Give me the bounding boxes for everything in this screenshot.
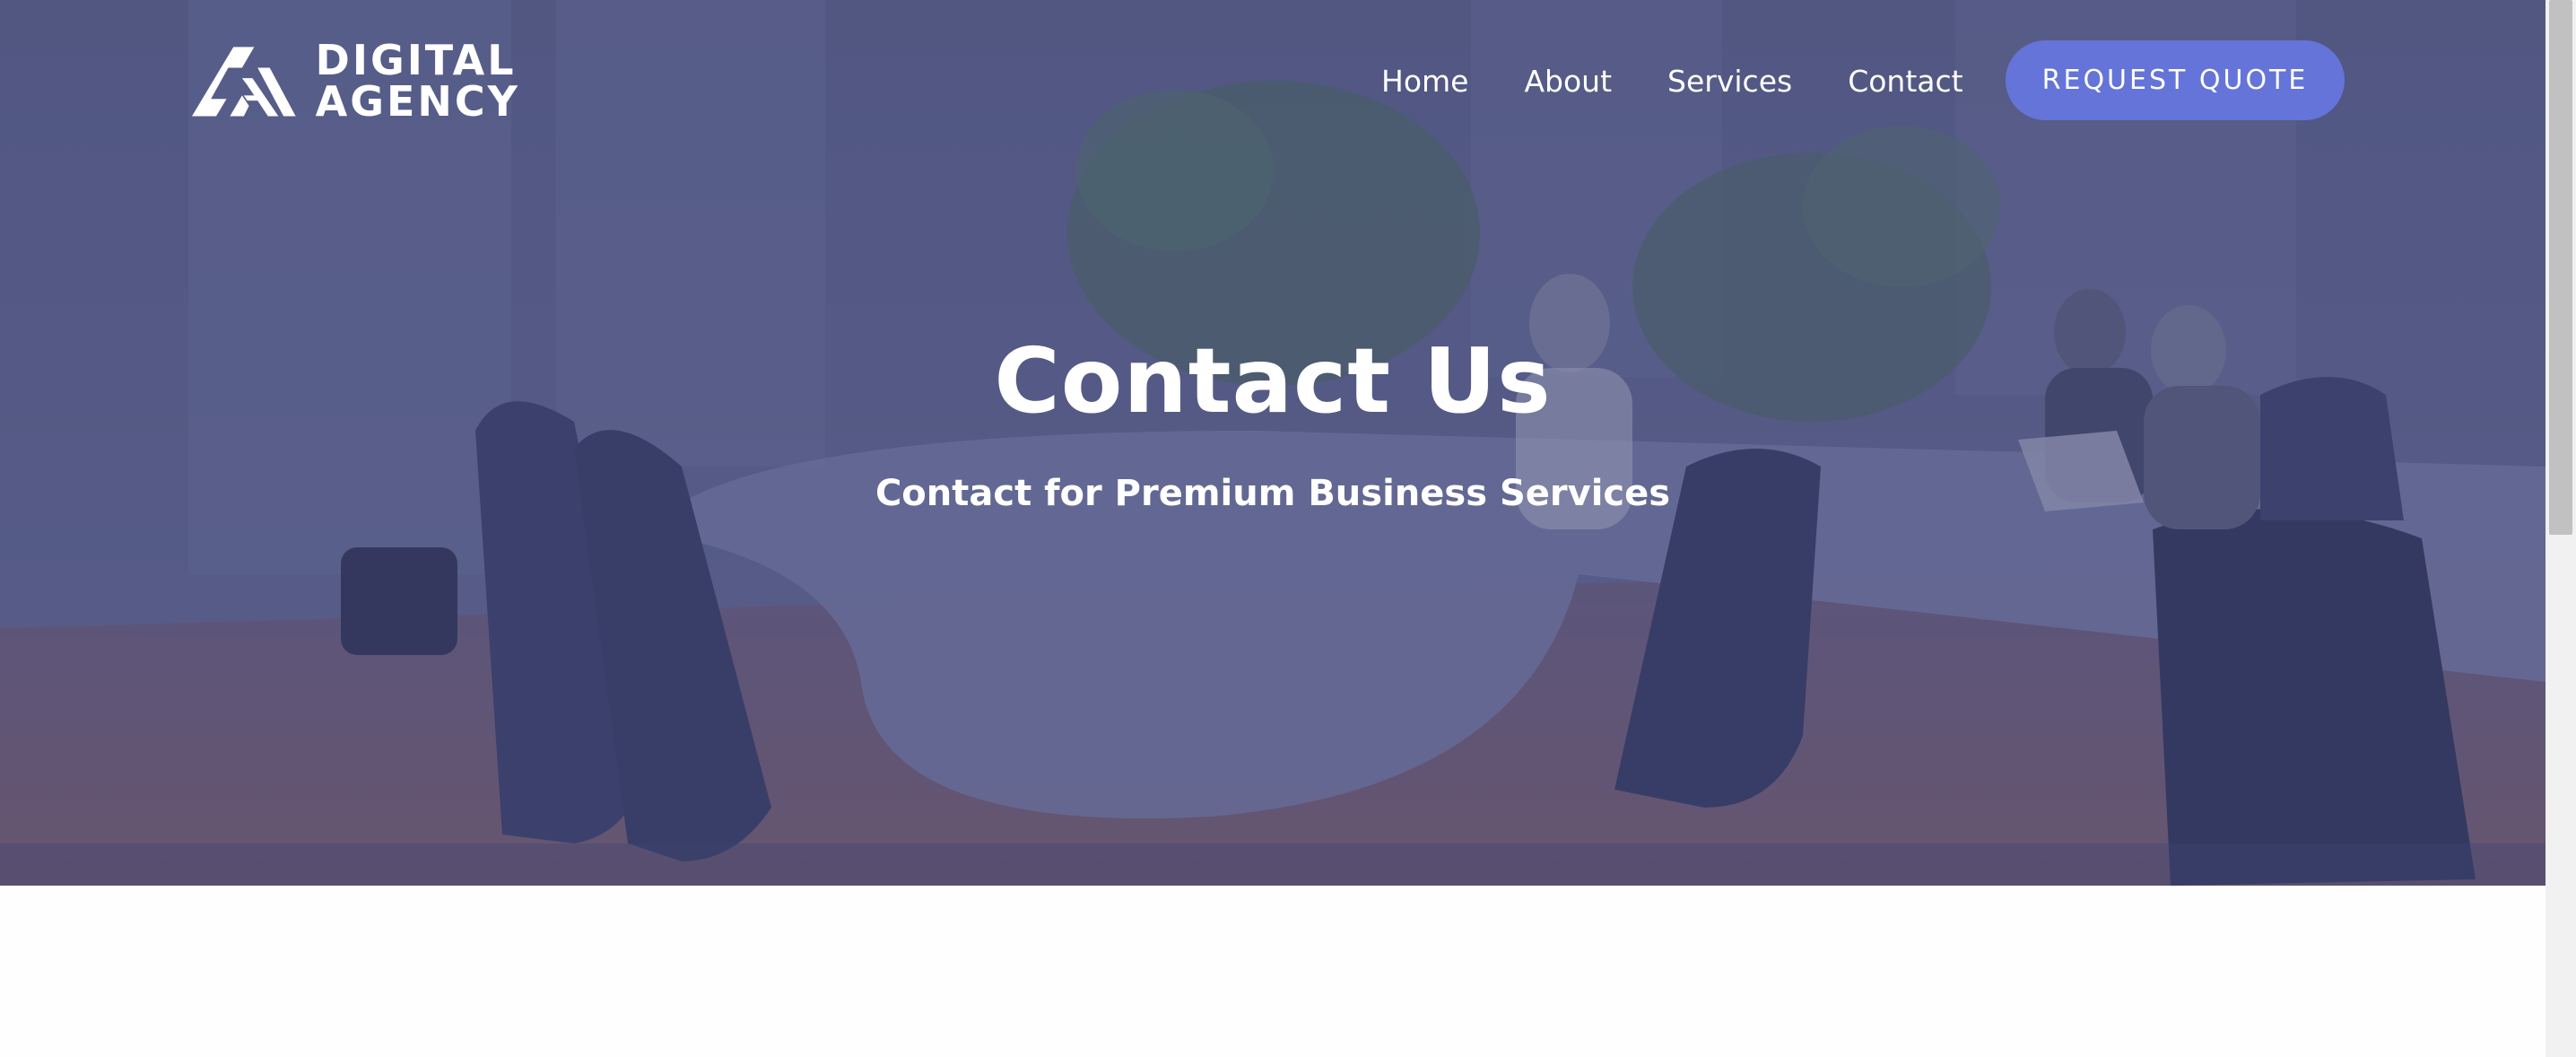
page-title: Contact Us xyxy=(994,328,1552,433)
page: DIGITAL AGENCY Home About Services Conta… xyxy=(0,0,2576,1057)
vertical-scrollbar[interactable] xyxy=(2546,0,2576,1057)
logo-wordmark: DIGITAL AGENCY xyxy=(316,39,520,122)
page-subtitle: Contact for Premium Business Services xyxy=(875,473,1671,514)
scrollbar-thumb[interactable] xyxy=(2549,0,2572,535)
site-logo[interactable]: DIGITAL AGENCY xyxy=(192,39,520,122)
content-section xyxy=(0,886,2546,1057)
main-nav: Home About Services Contact xyxy=(1381,54,1963,108)
logo-line-1: DIGITAL xyxy=(315,36,517,84)
nav-item-services[interactable]: Services xyxy=(1667,64,1792,99)
request-quote-button[interactable]: REQUEST QUOTE xyxy=(2006,40,2345,120)
hero-banner: DIGITAL AGENCY Home About Services Conta… xyxy=(0,0,2546,886)
logo-line-2: AGENCY xyxy=(315,77,520,126)
nav-item-contact[interactable]: Contact xyxy=(1848,64,1962,99)
hero-overlay xyxy=(0,0,2546,886)
nav-item-home[interactable]: Home xyxy=(1381,64,1468,99)
nav-item-about[interactable]: About xyxy=(1524,64,1612,99)
logo-mountain-icon xyxy=(192,47,296,117)
